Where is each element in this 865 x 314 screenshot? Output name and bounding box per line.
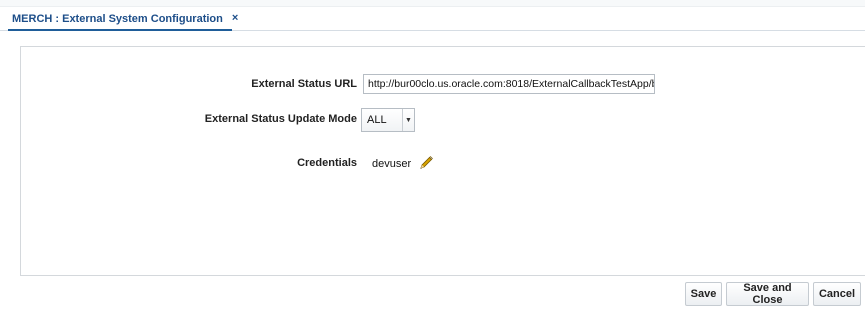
close-icon[interactable]: ×: [232, 13, 238, 24]
credentials-value: devuser: [372, 158, 412, 170]
cancel-button[interactable]: Cancel: [813, 282, 861, 306]
save-button[interactable]: Save: [685, 282, 722, 306]
external-status-url-label: External Status URL: [251, 78, 357, 90]
external-status-url-input[interactable]: http://bur00clo.us.oracle.com:8018/Exter…: [363, 74, 655, 94]
tab-external-system-configuration[interactable]: MERCH : External System Configuration ×: [8, 8, 238, 31]
external-status-update-mode-label: External Status Update Mode: [204, 113, 357, 125]
tab-title[interactable]: MERCH : External System Configuration: [12, 13, 223, 25]
chevron-down-icon[interactable]: ▼: [402, 109, 414, 131]
pencil-icon[interactable]: [418, 155, 434, 171]
save-and-close-button[interactable]: Save and Close: [726, 282, 809, 306]
tab-bar: MERCH : External System Configuration ×: [0, 0, 865, 31]
update-mode-selected-value: ALL: [367, 114, 387, 126]
external-status-update-mode-select[interactable]: ALL ▼: [361, 108, 415, 132]
tab-bar-top-strip: [0, 0, 865, 7]
credentials-label: Credentials: [297, 157, 357, 169]
